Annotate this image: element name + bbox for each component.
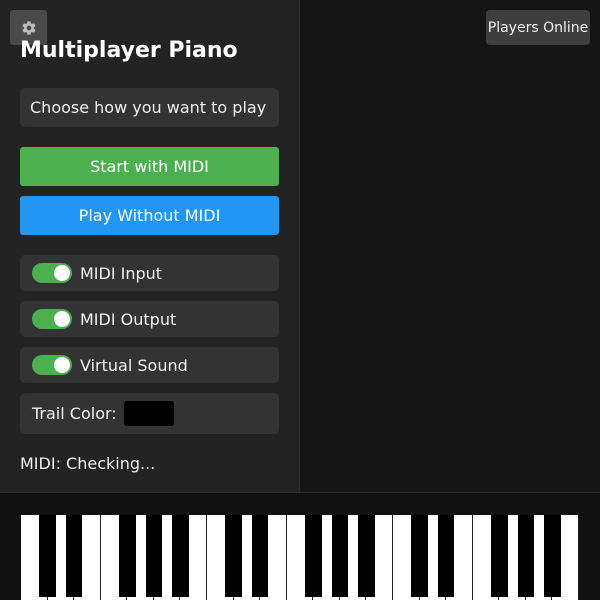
- piano-keyboard: [0, 492, 600, 600]
- piano-black-key[interactable]: [358, 515, 375, 597]
- toggle-knob: [54, 311, 70, 327]
- app-root: Multiplayer Piano Choose how you want to…: [0, 0, 600, 600]
- midi-output-row: MIDI Output: [20, 301, 279, 337]
- piano-black-key[interactable]: [411, 515, 428, 597]
- toggle-knob: [54, 357, 70, 373]
- play-without-midi-button[interactable]: Play Without MIDI: [20, 196, 279, 235]
- piano-keys: [21, 515, 579, 600]
- toggle-knob: [54, 265, 70, 281]
- piano-black-key[interactable]: [491, 515, 508, 597]
- piano-black-key[interactable]: [517, 515, 535, 597]
- start-with-midi-button[interactable]: Start with MIDI: [20, 147, 279, 186]
- piano-black-key[interactable]: [65, 515, 83, 597]
- midi-output-label: MIDI Output: [80, 309, 177, 329]
- virtual-sound-label: Virtual Sound: [80, 355, 188, 375]
- control-panel: Multiplayer Piano Choose how you want to…: [0, 0, 300, 492]
- piano-black-key[interactable]: [145, 515, 163, 597]
- page-title: Multiplayer Piano: [20, 38, 238, 63]
- piano-black-key[interactable]: [225, 515, 242, 597]
- gear-icon: [21, 20, 37, 36]
- piano-black-key[interactable]: [437, 515, 455, 597]
- midi-input-toggle[interactable]: [32, 263, 72, 283]
- piano-black-key[interactable]: [544, 515, 561, 597]
- trail-color-picker[interactable]: [123, 401, 174, 426]
- trail-color-row: Trail Color:: [20, 393, 279, 434]
- midi-output-toggle[interactable]: [32, 309, 72, 329]
- piano-black-key[interactable]: [251, 515, 269, 597]
- main-area: [300, 0, 600, 492]
- trail-color-label: Trail Color:: [32, 404, 117, 423]
- midi-input-label: MIDI Input: [80, 263, 163, 283]
- midi-status: MIDI: Checking...: [20, 454, 156, 473]
- piano-black-key[interactable]: [331, 515, 349, 597]
- players-online-button[interactable]: Players Online: [486, 10, 590, 45]
- piano-black-key[interactable]: [39, 515, 56, 597]
- piano-black-key[interactable]: [172, 515, 189, 597]
- virtual-sound-row: Virtual Sound: [20, 347, 279, 383]
- virtual-sound-toggle[interactable]: [32, 355, 72, 375]
- piano-black-key[interactable]: [305, 515, 322, 597]
- piano-black-key[interactable]: [119, 515, 136, 597]
- info-box: Choose how you want to play: [20, 88, 279, 127]
- info-text: Choose how you want to play: [30, 98, 267, 117]
- midi-input-row: MIDI Input: [20, 255, 279, 291]
